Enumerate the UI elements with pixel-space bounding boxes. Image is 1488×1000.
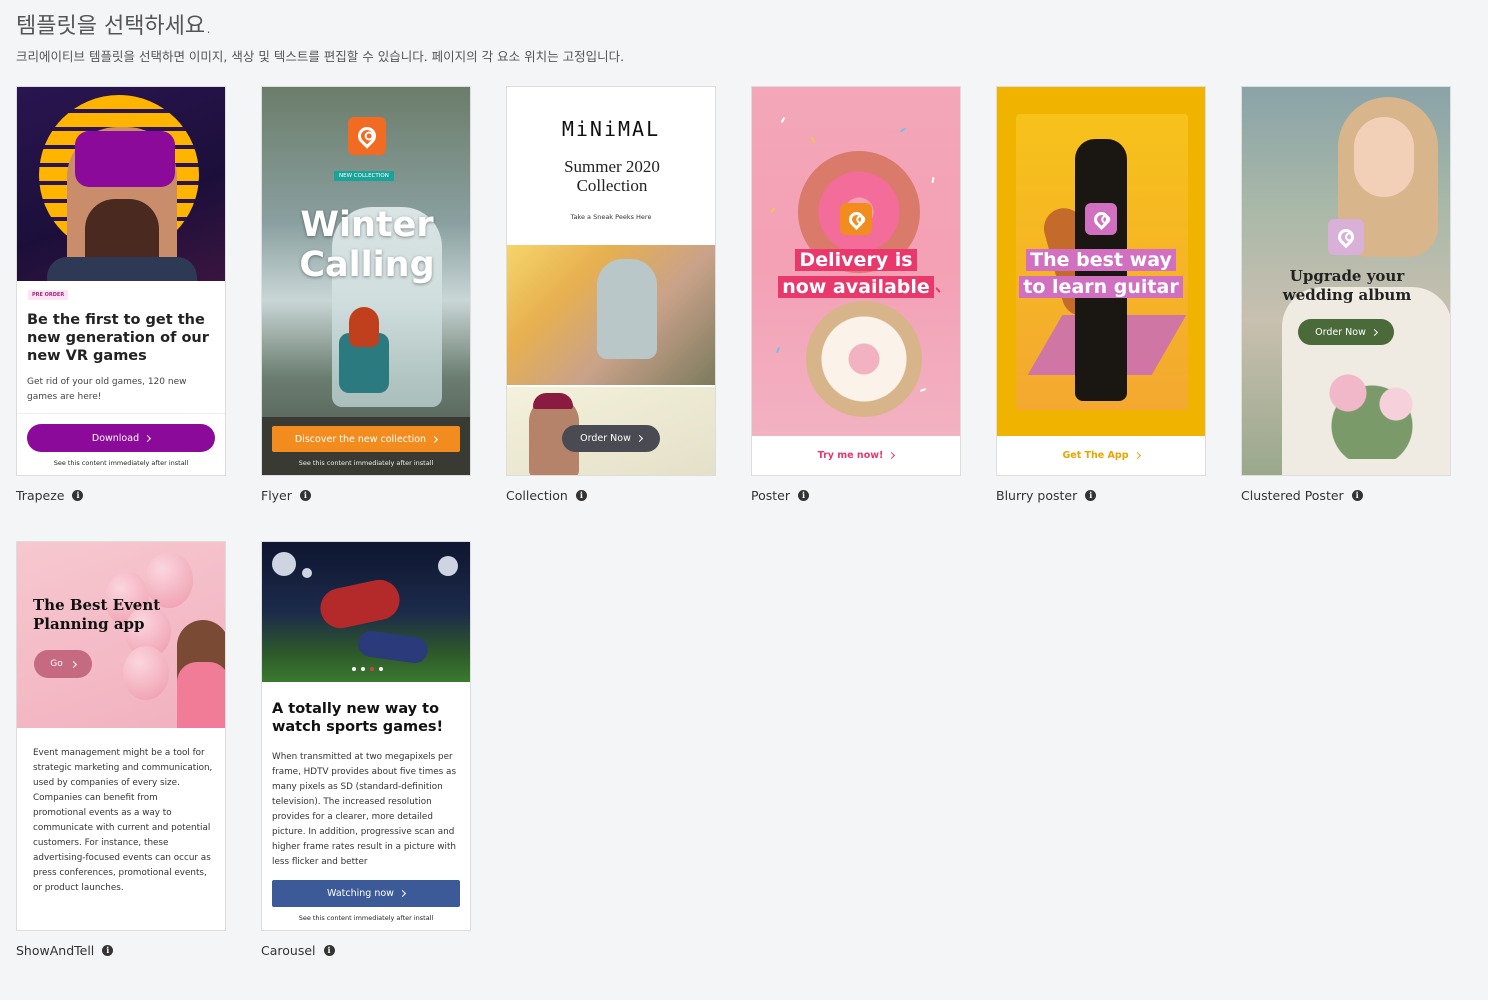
page-description: 크리에이티브 템플릿을 선택하면 이미지, 색상 및 텍스트를 편집할 수 있습… bbox=[16, 49, 625, 64]
chevron-right-icon bbox=[635, 434, 643, 443]
install-footnote: See this content immediately after insta… bbox=[298, 459, 434, 467]
skater-girl-image bbox=[507, 245, 715, 385]
order-now-label: Order Now bbox=[1315, 326, 1366, 338]
template-label-clustered-poster: Clustered Poster i bbox=[1241, 488, 1363, 503]
template-card-clustered-poster[interactable]: Upgrade your wedding album Order Now bbox=[1241, 86, 1451, 476]
template-card-blurry-poster[interactable]: The best way to learn guitar Get The App bbox=[996, 86, 1206, 476]
download-button[interactable]: Download bbox=[27, 424, 215, 452]
discover-button[interactable]: Discover the new collection bbox=[272, 426, 460, 452]
collection-subline: Take a Sneak Peeks Here bbox=[570, 213, 652, 221]
get-app-label: Get The App bbox=[1062, 449, 1129, 461]
collection-headline: Summer 2020 Collection bbox=[564, 157, 660, 195]
template-label-show-and-tell: ShowAndTell i bbox=[16, 943, 114, 958]
clustered-headline: Upgrade your wedding album bbox=[1282, 267, 1412, 304]
template-card-collection[interactable]: MiNiMAL Summer 2020 Collection Take a Sn… bbox=[506, 86, 716, 476]
info-icon[interactable]: i bbox=[72, 490, 84, 501]
info-icon[interactable]: i bbox=[102, 945, 114, 956]
carousel-dot[interactable] bbox=[378, 667, 383, 671]
carousel-body: When transmitted at two megapixels per f… bbox=[272, 752, 457, 867]
show-and-tell-body: Event management might be a tool for str… bbox=[33, 748, 213, 893]
chevron-right-icon bbox=[144, 434, 152, 442]
discover-label: Discover the new collection bbox=[294, 433, 427, 445]
brand-logo: MiNiMAL bbox=[561, 117, 661, 141]
info-icon[interactable]: i bbox=[1351, 490, 1363, 501]
info-icon[interactable]: i bbox=[299, 490, 311, 501]
poster-headline: Delivery is now available bbox=[752, 247, 960, 301]
template-card-carousel[interactable]: A totally new way to watch sports games!… bbox=[261, 541, 471, 931]
go-label: Go bbox=[50, 659, 63, 669]
trapeze-headline: Be the first to get the new generation o… bbox=[27, 312, 209, 364]
template-card-flyer[interactable]: NEW COLLECTION Winter Calling Discover t… bbox=[261, 86, 471, 476]
preorder-badge: PRE ORDER bbox=[28, 290, 69, 300]
show-and-tell-headline: The Best Event Planning app bbox=[33, 596, 161, 633]
order-now-label: Order Now bbox=[580, 433, 631, 444]
carousel-dot[interactable] bbox=[360, 667, 365, 671]
chevron-right-icon bbox=[431, 435, 439, 443]
balloons-image bbox=[17, 542, 225, 728]
brand-pin-icon bbox=[1328, 219, 1364, 255]
get-app-button[interactable]: Get The App bbox=[997, 447, 1205, 463]
info-icon[interactable]: i bbox=[323, 945, 335, 956]
brand-pin-icon bbox=[348, 117, 386, 155]
carousel-dot[interactable] bbox=[351, 667, 356, 671]
carousel-headline: A totally new way to watch sports games! bbox=[272, 701, 444, 735]
brand-pin-icon bbox=[840, 203, 872, 235]
blurry-headline: The best way to learn guitar bbox=[997, 247, 1205, 301]
chevron-right-icon bbox=[888, 451, 896, 459]
football-image bbox=[262, 542, 470, 682]
template-label-carousel: Carousel i bbox=[261, 943, 335, 958]
template-label-blurry-poster: Blurry poster i bbox=[996, 488, 1097, 503]
collection-tag: NEW COLLECTION bbox=[334, 171, 394, 181]
template-card-show-and-tell[interactable]: The Best Event Planning app Go Event man… bbox=[16, 541, 226, 931]
template-label-poster: Poster i bbox=[751, 488, 809, 503]
chevron-right-icon bbox=[398, 889, 406, 898]
template-label-collection: Collection i bbox=[506, 488, 587, 503]
brand-pin-icon bbox=[1085, 203, 1117, 235]
try-me-button[interactable]: Try me now! bbox=[752, 447, 960, 463]
go-button[interactable]: Go bbox=[34, 650, 92, 678]
chevron-right-icon bbox=[69, 660, 77, 668]
trapeze-body: Get rid of your old games, 120 new games… bbox=[27, 377, 187, 402]
order-now-button[interactable]: Order Now bbox=[562, 425, 660, 452]
download-label: Download bbox=[91, 432, 140, 444]
chevron-right-icon bbox=[1370, 328, 1378, 336]
vr-hero-image bbox=[17, 87, 225, 281]
template-card-trapeze[interactable]: PRE ORDER Be the first to get the new ge… bbox=[16, 86, 226, 476]
info-icon[interactable]: i bbox=[797, 490, 809, 501]
try-me-label: Try me now! bbox=[817, 449, 884, 461]
chevron-right-icon bbox=[1133, 451, 1141, 459]
template-label-flyer: Flyer i bbox=[261, 488, 311, 503]
page-title: 템플릿을 선택하세요. bbox=[16, 14, 213, 39]
install-footnote: See this content immediately after insta… bbox=[53, 459, 189, 467]
template-label-trapeze: Trapeze i bbox=[16, 488, 84, 503]
flyer-headline: Winter Calling bbox=[299, 205, 435, 285]
watching-now-label: Watching now bbox=[327, 888, 394, 899]
carousel-dot-active[interactable] bbox=[369, 667, 374, 671]
install-footnote: See this content immediately after insta… bbox=[298, 914, 434, 922]
info-icon[interactable]: i bbox=[1085, 490, 1097, 501]
info-icon[interactable]: i bbox=[575, 490, 587, 501]
order-now-button[interactable]: Order Now bbox=[1298, 319, 1394, 345]
template-card-poster[interactable]: Delivery is now available Try me now! bbox=[751, 86, 961, 476]
watching-now-button[interactable]: Watching now bbox=[272, 880, 460, 907]
